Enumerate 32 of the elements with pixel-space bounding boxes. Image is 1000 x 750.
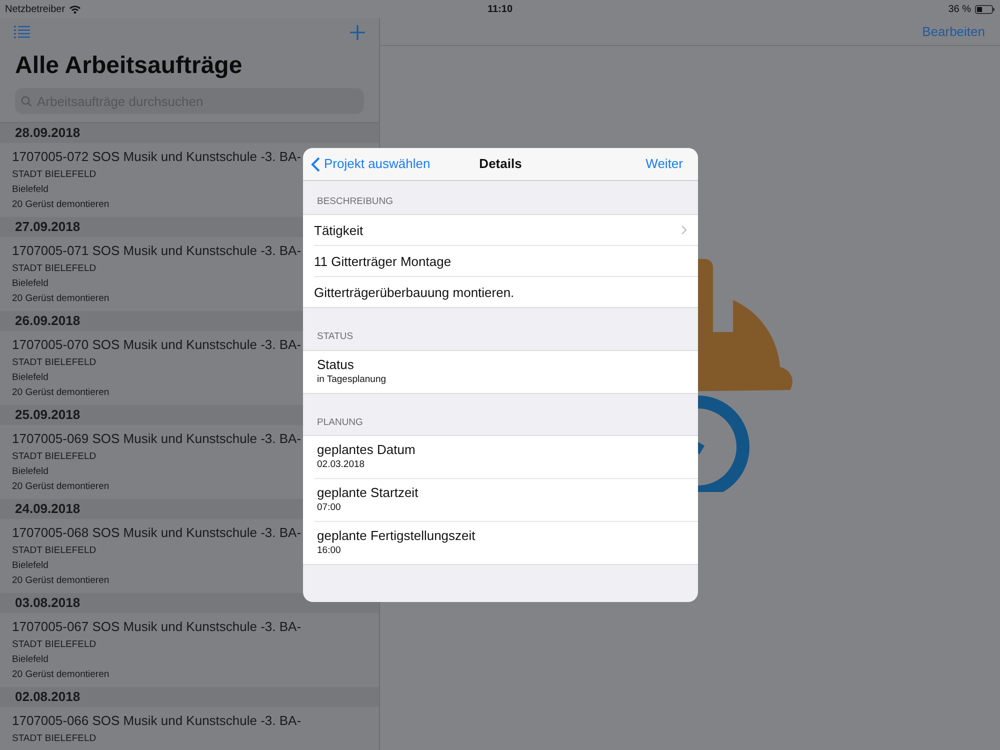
date-header: 02.08.2018	[0, 687, 379, 707]
row-value: 16:00	[317, 544, 342, 558]
back-chevron-icon	[311, 156, 320, 172]
row-value: in Tagesplanung	[317, 372, 388, 386]
row-value: 02.03.2018	[317, 458, 366, 472]
row-label: geplante Fertigstellungszeit	[317, 528, 476, 544]
wifi-icon	[69, 4, 82, 14]
section-header: STATUS	[316, 330, 354, 344]
date-header: 03.08.2018	[0, 593, 379, 613]
row-label: geplante Startzeit	[317, 484, 420, 501]
row-value: 07:00	[317, 500, 342, 515]
page-title: Alle Arbeitsaufträge	[14, 51, 244, 81]
chevron-icon	[681, 225, 687, 236]
work-order-item[interactable]: 1707005-066 SOS Musik und Kunstschule -3. BA- STADT BIELEFELD	[0, 707, 379, 750]
back-button[interactable]: Projekt auswählen	[311, 154, 430, 174]
next-button[interactable]: Weiter	[646, 154, 690, 174]
row-text: Gitterträgerüberbauung montieren.	[314, 284, 514, 302]
clock-label: 11:10	[487, 2, 513, 16]
list-icon[interactable]	[14, 26, 30, 38]
work-order-item[interactable]: 1707005-067 SOS Musik und Kunstschule -3. BA- STADT BIELEFELD Bielefeld 20 Gerüst demontieren	[0, 613, 379, 687]
add-icon[interactable]	[350, 24, 365, 40]
section-header: BESCHREIBUNG	[316, 195, 394, 209]
battery-icon	[975, 4, 995, 14]
row-label: Status	[317, 356, 355, 372]
carrier-label: Netzbetreiber	[5, 2, 66, 16]
dialog-title: Details	[479, 155, 522, 174]
row-label: Tätigkeit	[314, 222, 364, 240]
date-header: 28.09.2018	[0, 123, 379, 143]
battery-label: 36 %	[948, 2, 971, 16]
row-label: geplantes Datum	[317, 442, 416, 458]
search-icon	[21, 96, 32, 107]
row-text: 11 Gitterträger Montage	[314, 252, 452, 271]
